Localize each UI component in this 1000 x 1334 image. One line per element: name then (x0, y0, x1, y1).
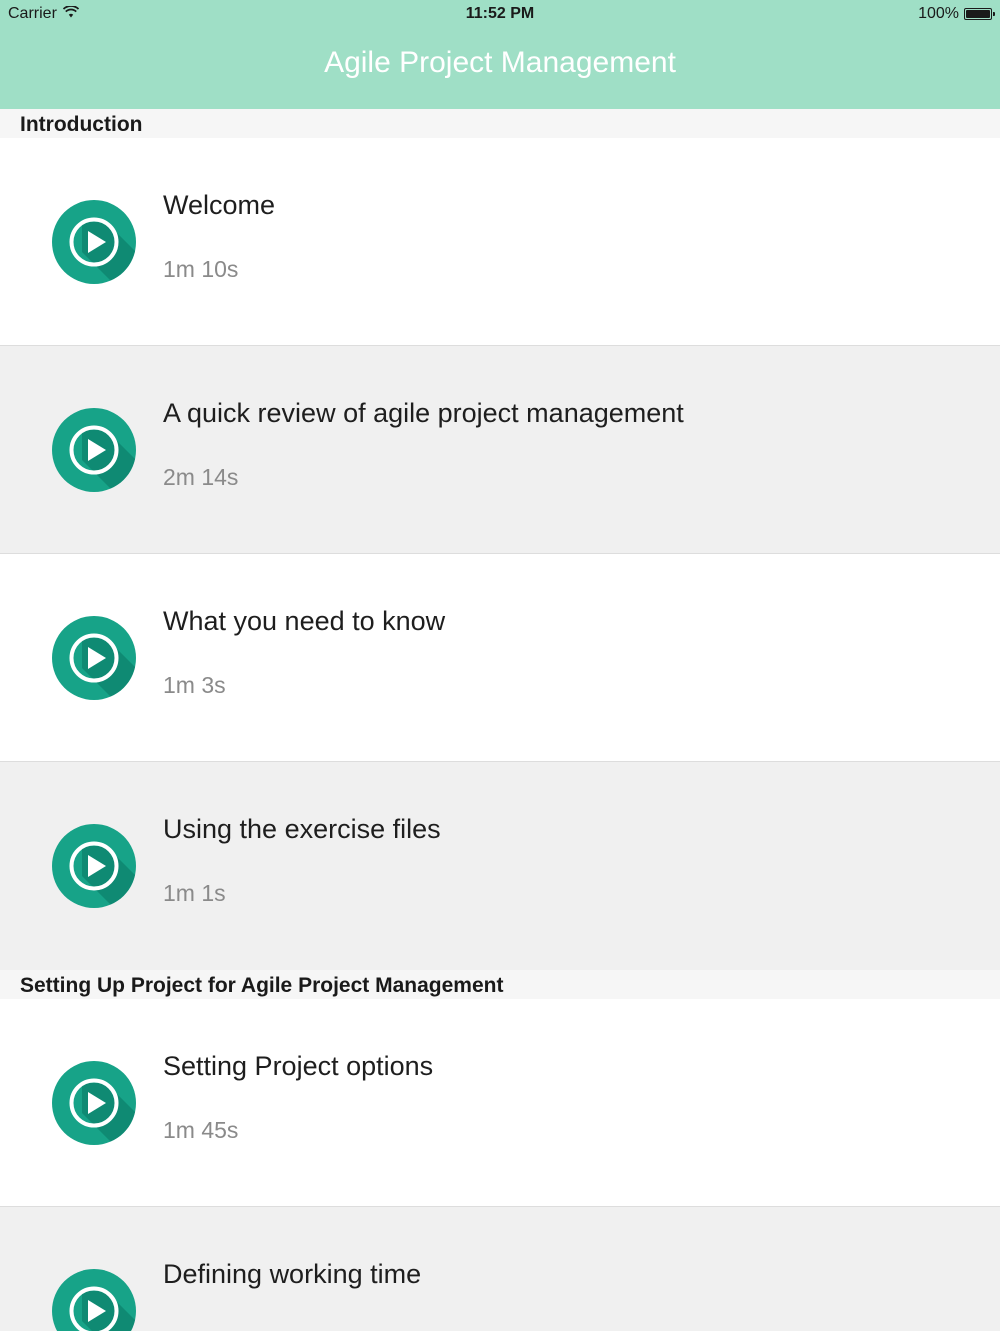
section-header-introduction: Introduction (0, 109, 1000, 138)
play-icon[interactable] (52, 616, 136, 700)
play-icon[interactable] (52, 824, 136, 908)
video-row-project-options[interactable]: Setting Project options 1m 45s (0, 999, 1000, 1207)
video-title: Setting Project options (163, 1051, 434, 1081)
battery-icon (964, 8, 995, 20)
nav-title: Agile Project Management (324, 46, 676, 79)
app-header: Carrier 11:52 PM 100% Agile Project Mana… (0, 0, 1000, 109)
battery-indicator: 100% (918, 5, 995, 23)
play-icon[interactable] (52, 1269, 136, 1331)
video-title: Using the exercise files (163, 814, 441, 844)
video-title: Welcome (163, 190, 276, 220)
battery-percent: 100% (918, 5, 959, 22)
play-icon[interactable] (52, 408, 136, 492)
video-title: Defining working time (163, 1259, 422, 1289)
video-duration: 1m 1s (163, 880, 226, 906)
status-time: 11:52 PM (465, 5, 535, 22)
video-row-welcome[interactable]: Welcome 1m 10s (0, 138, 1000, 346)
video-row-what-you-need[interactable]: What you need to know 1m 3s (0, 554, 1000, 762)
video-duration: 2m 14s (163, 464, 239, 490)
video-row-working-time[interactable]: Defining working time (0, 1207, 1000, 1331)
play-icon[interactable] (52, 1061, 136, 1145)
video-duration: 1m 10s (163, 256, 239, 282)
video-row-exercise-files[interactable]: Using the exercise files 1m 1s (0, 762, 1000, 970)
video-duration: 1m 3s (163, 672, 226, 698)
section-header-setting-up: Setting Up Project for Agile Project Man… (0, 970, 1000, 999)
video-row-quick-review[interactable]: A quick review of agile project manageme… (0, 346, 1000, 554)
video-duration: 1m 45s (163, 1117, 239, 1143)
status-bar: Carrier 11:52 PM 100% (0, 0, 1000, 28)
play-icon[interactable] (52, 200, 136, 284)
video-title: A quick review of agile project manageme… (163, 398, 684, 428)
video-title: What you need to know (163, 606, 446, 636)
